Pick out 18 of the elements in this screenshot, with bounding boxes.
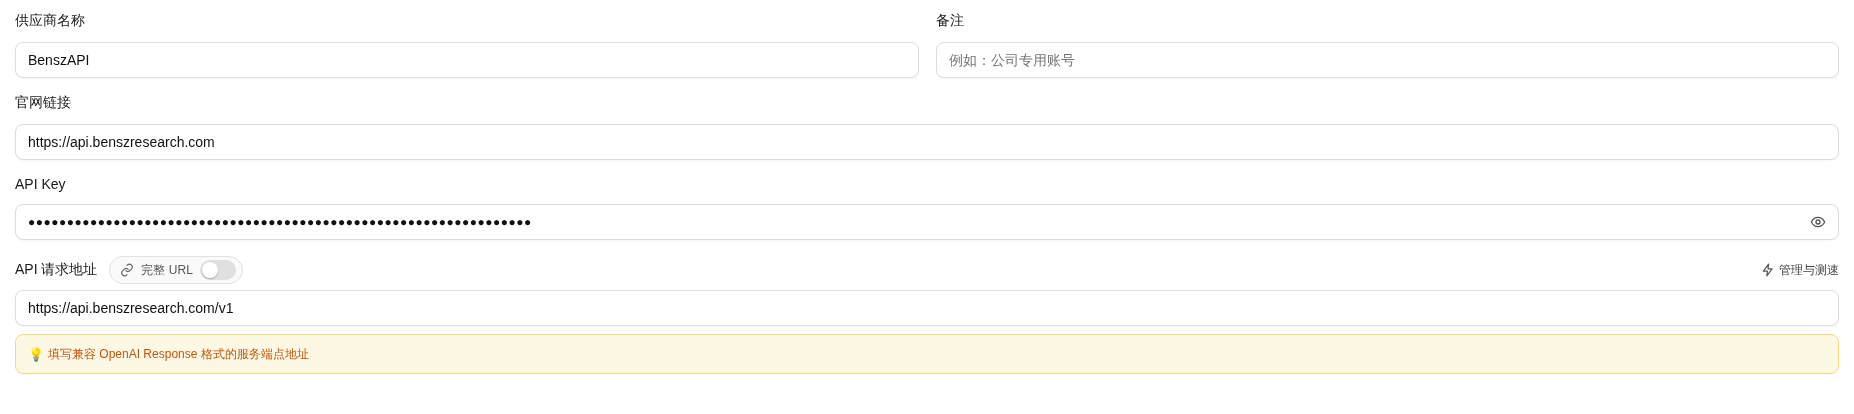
input-field[interactable]: https://api.benszresearch.com (15, 124, 1839, 160)
toggle-switch[interactable] (199, 260, 236, 280)
link-icon (120, 263, 135, 277)
toggle-label: 完整 URL (141, 261, 193, 279)
input-field[interactable]: BenszAPI (15, 42, 919, 78)
field-label: 供应商名称 (15, 12, 86, 30)
password-field[interactable]: ●●●●●●●●●●●●●●●●●●●●●●●●●●●●●●●●●●●●●●●●●●●●●●●●●●●●●●●●●●●●●●●●● (15, 204, 1839, 240)
field-label: API 请求地址 (15, 261, 98, 279)
hint-text: 填写兼容 OpenAI Response 格式的服务端点地址 (48, 345, 309, 363)
lightbulb-icon: 💡 (28, 346, 44, 362)
field-label: 官网链接 (15, 94, 72, 112)
field-label: 备注 (935, 12, 965, 30)
eye-icon[interactable] (1810, 214, 1826, 230)
input-field[interactable]: https://api.benszresearch.com/v1 (15, 290, 1839, 326)
field-label: API Key (15, 176, 67, 192)
manage-link[interactable]: 管理与测速 (1761, 261, 1839, 279)
input-field[interactable]: 例如：公司专用账号 (935, 42, 1839, 78)
lightning-icon (1761, 263, 1775, 277)
